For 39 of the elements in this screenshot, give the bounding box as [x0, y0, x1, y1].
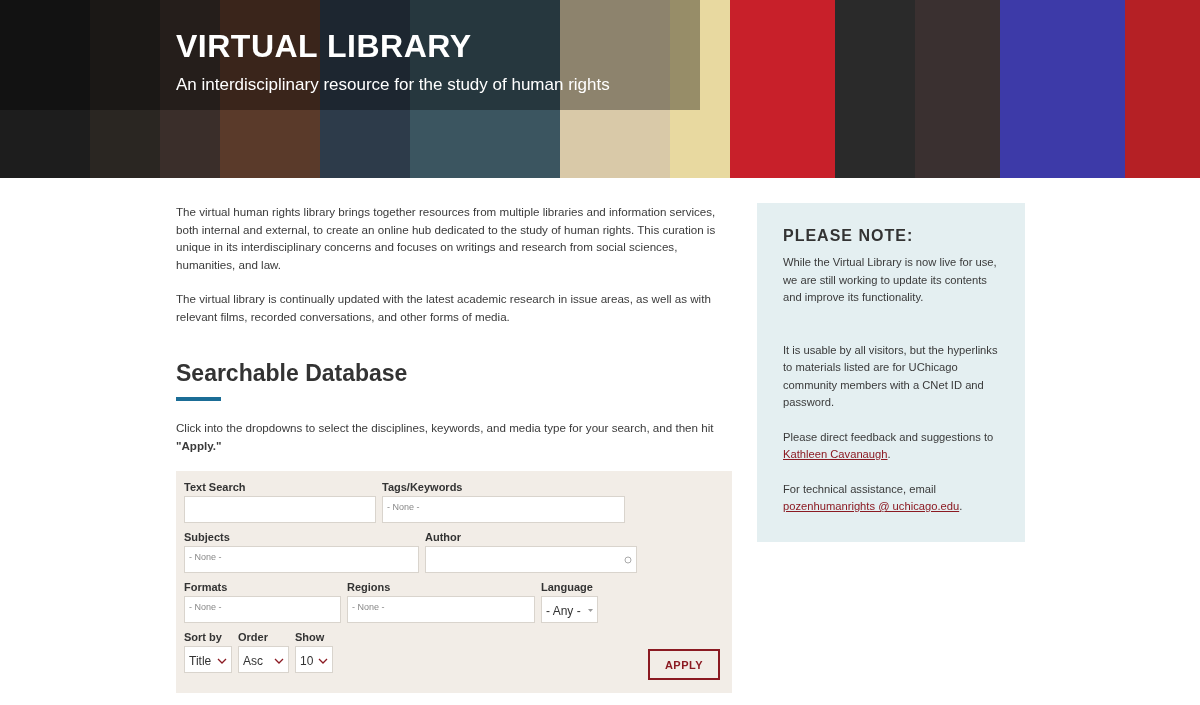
- apply-button[interactable]: APPLY: [648, 649, 720, 680]
- throbber-icon: [624, 555, 632, 564]
- intro-paragraph: The virtual library is continually updated with the latest academic research in issue areas, as well as with relevant films, recorded conversations, and other forms of media.: [176, 291, 712, 325]
- page-title: VIRTUAL LIBRARY: [176, 28, 472, 65]
- chevron-down-icon: [274, 657, 284, 664]
- chevron-down-icon: [318, 657, 328, 664]
- instructions-text: Click into the dropdowns to select the disciplines, keywords, and media type for your search, and then hit "Apply.": [176, 420, 715, 454]
- field-label: Regions: [347, 581, 391, 593]
- note-paragraph: It is usable by all visitors, but the hyperlinks to materials listed are for UChicago community members with a CNet ID and password.: [783, 342, 999, 410]
- caret-icon: [588, 609, 593, 612]
- multiselect-field[interactable]: - None -: [184, 546, 419, 573]
- field-label: Show: [295, 631, 325, 643]
- multiselect-field[interactable]: - None -: [382, 496, 625, 523]
- field-label: Order: [238, 631, 268, 643]
- note-paragraph: While the Virtual Library is now live for use, we are still working to update its contents and improve its functionality.: [783, 255, 998, 305]
- field-label: Text Search: [184, 481, 246, 493]
- page-subtitle: An interdisciplinary resource for the study of human rights: [176, 75, 610, 95]
- select-dropdown[interactable]: Title: [184, 646, 232, 673]
- select-dropdown[interactable]: 10: [295, 646, 333, 673]
- heading-underline: [176, 397, 221, 401]
- field-label: Subjects: [184, 531, 230, 543]
- autocomplete-field[interactable]: [425, 546, 637, 573]
- language-dropdown[interactable]: - Any -: [541, 596, 598, 623]
- select-dropdown[interactable]: Asc: [238, 646, 289, 673]
- multiselect-field[interactable]: - None -: [347, 596, 535, 623]
- note-heading: PLEASE NOTE:: [783, 227, 914, 245]
- multiselect-field[interactable]: - None -: [184, 596, 341, 623]
- field-label: Formats: [184, 581, 228, 593]
- email-link[interactable]: Kathleen Cavanaugh: [783, 448, 888, 460]
- field-label: Sort by: [184, 631, 222, 643]
- note-paragraph: Please direct feedback and suggestions to Kathleen Cavanaugh.: [783, 429, 995, 462]
- field-label: Author: [425, 531, 462, 543]
- note-paragraph: For technical assistance, email pozenhumanrights @ uchicago.edu.: [783, 481, 964, 514]
- chevron-down-icon: [217, 657, 227, 664]
- text-search-field[interactable]: [184, 496, 376, 523]
- field-label: Tags/Keywords: [382, 481, 463, 493]
- intro-paragraph: The virtual human rights library brings together resources from multiple libraries and information services, both internal and external, to create an online hub dedicated to the study of human rights. This curation is unique in its interdisciplinary concerns and focuses on writings and research from social sciences, humanities, and law.: [176, 204, 717, 273]
- field-label: Language: [541, 581, 593, 593]
- section-heading: Searchable Database: [176, 360, 408, 387]
